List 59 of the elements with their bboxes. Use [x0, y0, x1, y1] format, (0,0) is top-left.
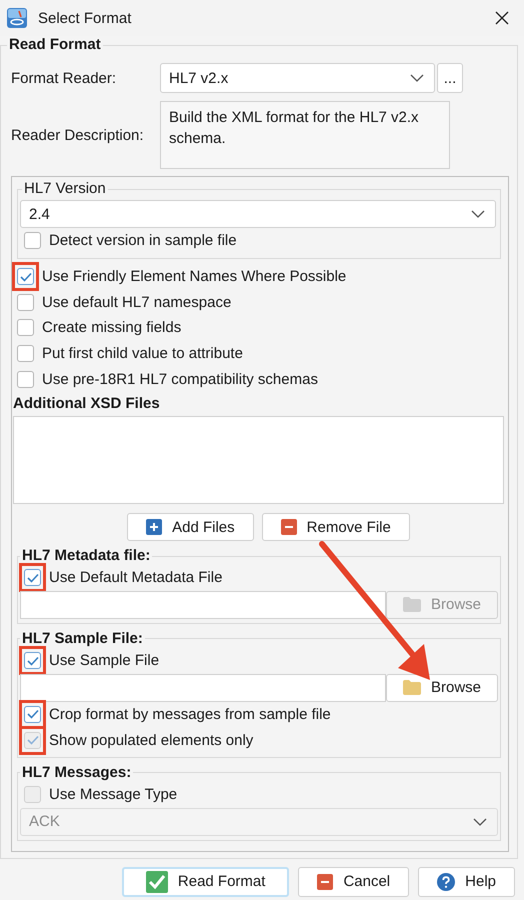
dropdown[interactable]: HL7 v2.x — [160, 63, 435, 93]
folder-icon — [402, 597, 421, 612]
window-title: Select Format — [38, 10, 132, 26]
chevron-icon — [410, 74, 424, 82]
checkmark-icon — [26, 572, 38, 583]
question-icon — [437, 872, 456, 891]
browse-button[interactable]: Browse — [386, 674, 498, 702]
checkbox[interactable] — [17, 345, 34, 362]
checkmark-icon — [26, 735, 38, 746]
group-legend: Read Format — [7, 36, 103, 54]
check-icon — [146, 870, 168, 893]
remove-file-button[interactable]: Remove File — [262, 513, 410, 542]
file-path-field[interactable] — [20, 674, 386, 702]
file-list[interactable] — [13, 416, 504, 504]
description-text: Build the XML format for the HL7 v2.x schema. — [160, 101, 450, 169]
checkbox[interactable] — [17, 294, 34, 311]
checkmark-icon — [26, 709, 38, 720]
plus-icon — [146, 519, 162, 536]
checkbox[interactable] — [17, 319, 34, 336]
dropdown[interactable]: 2.4 — [20, 200, 496, 228]
checkmark-icon — [26, 656, 38, 666]
folder-icon — [402, 680, 421, 695]
minus-icon — [317, 874, 334, 890]
group-legend: HL7 Messages: — [20, 764, 134, 782]
checkbox-label: Use Friendly Element Names Where Possible — [42, 268, 346, 286]
checkbox-label: Use Message Type — [49, 786, 178, 804]
checkbox-label: Use pre-18R1 HL7 compatibility schemas — [42, 370, 318, 388]
file-path-field[interactable] — [20, 590, 386, 619]
checkbox-label: Show populated elements only — [49, 732, 254, 749]
read-format-button[interactable]: Read Format — [122, 866, 290, 897]
chevron-icon — [471, 210, 485, 218]
field-label: Reader Description: — [11, 126, 145, 144]
help-button[interactable]: Help — [418, 866, 515, 897]
field-label: Format Reader: — [11, 70, 118, 86]
checkbox[interactable] — [17, 268, 34, 286]
checkbox-label: Put first child value to attribute — [42, 345, 243, 362]
checkbox-label: Detect version in sample file — [49, 232, 237, 250]
group-legend: HL7 Version — [22, 180, 108, 198]
checkmark-icon — [20, 272, 32, 282]
close-icon[interactable] — [494, 10, 510, 26]
app-logo-icon — [7, 8, 27, 28]
checkbox[interactable] — [24, 652, 41, 670]
checkbox-label: Use Sample File — [49, 652, 160, 670]
chevron-icon — [473, 818, 487, 826]
checkbox-label: Crop format by messages from sample file — [49, 706, 331, 723]
checkbox[interactable] — [17, 370, 34, 388]
checkbox[interactable] — [24, 232, 41, 250]
checkbox-label: Use default HL7 namespace — [42, 294, 232, 311]
minus-icon — [280, 519, 297, 536]
checkbox-label: Use Default Metadata File — [49, 569, 222, 586]
group-legend: HL7 Sample File: — [20, 630, 145, 648]
more-button[interactable]: ... — [437, 63, 463, 93]
cancel-button[interactable]: Cancel — [298, 866, 410, 897]
section-heading: Additional XSD Files — [13, 395, 161, 414]
group-legend: HL7 Metadata file: — [20, 547, 152, 566]
add-files-button[interactable]: Add Files — [127, 513, 254, 542]
checkbox-label: Create missing fields — [42, 319, 182, 336]
checkbox[interactable] — [24, 569, 41, 586]
checkbox[interactable] — [24, 706, 41, 723]
